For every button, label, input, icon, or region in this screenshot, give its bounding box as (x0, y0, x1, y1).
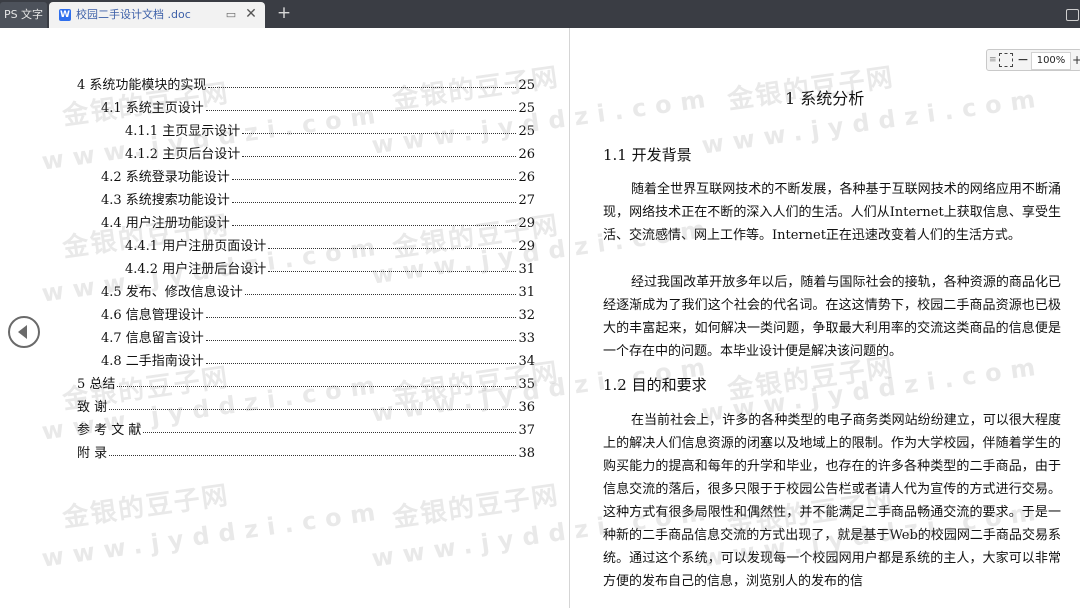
toc-leader (268, 270, 517, 272)
toc-leader (205, 109, 517, 111)
toc-label: 4.1.2 主页后台设计 (125, 147, 241, 162)
word-doc-icon: W (59, 9, 71, 21)
toc-page: 34 (518, 354, 535, 369)
tab-bar: PS 文字 W 校园二手设计文档 .doc ▭ ✕ + (0, 0, 1080, 28)
toc-page: 38 (518, 446, 535, 461)
toc-page: 26 (518, 170, 535, 185)
toc-row[interactable]: 附 录 38 (77, 441, 535, 461)
toc-page: 25 (518, 124, 535, 139)
zoom-in-button[interactable]: + (1072, 51, 1080, 69)
toc-label: 参 考 文 献 (77, 423, 142, 438)
paragraph: 经过我国改革开放多年以后，随着与国际社会的接轨，各种资源的商品化已经逐渐成为了我… (603, 275, 1061, 359)
toc-row[interactable]: 4.4.2 用户注册后台设计 31 (125, 257, 535, 277)
toc-page: 27 (518, 193, 535, 208)
zoom-control: ≡ − 100% + (986, 49, 1080, 71)
toc-label: 5 总结 (77, 377, 116, 392)
new-tab-button[interactable]: + (276, 5, 292, 22)
toc-row[interactable]: 致 谢 36 (77, 395, 535, 415)
section-title: 1.1 开发背景 (603, 146, 692, 164)
toc-label: 附 录 (77, 446, 108, 461)
toc-leader (205, 316, 517, 318)
toc-leader (244, 293, 517, 295)
tab-document[interactable]: W 校园二手设计文档 .doc ▭ ✕ (49, 2, 265, 28)
toc-row[interactable]: 4.4 用户注册功能设计 29 (101, 211, 535, 231)
toc-page: 25 (518, 101, 535, 116)
toc-row[interactable]: 4.2 系统登录功能设计 26 (101, 165, 535, 185)
toc-leader (205, 339, 517, 341)
document-page: 1 系统分析 1.1 开发背景 随着全世界互联网技术的不断发展，各种基于互联网技… (580, 28, 1080, 608)
toc-page: 25 (518, 78, 535, 93)
toc-label: 4.4.1 用户注册页面设计 (125, 239, 267, 254)
paragraph: 在当前社会上，许多的各种类型的电子商务类网站纷纷建立，可以很大程度上的解决人们信… (603, 413, 1061, 589)
toc-label: 4.5 发布、修改信息设计 (101, 285, 243, 300)
toc-row[interactable]: 4.7 信息留言设计 33 (101, 326, 535, 346)
toc-row[interactable]: 4.3 系统搜索功能设计 27 (101, 188, 535, 208)
toc-label: 4 系统功能模块的实现 (77, 78, 207, 93)
zoom-level[interactable]: 100% (1031, 52, 1071, 70)
zoom-out-button[interactable]: − (1017, 51, 1029, 69)
toc-leader (231, 178, 517, 180)
fit-page-icon[interactable] (999, 53, 1013, 67)
toc-row[interactable]: 4.1 系统主页设计 25 (101, 96, 535, 116)
toc-label: 4.4.2 用户注册后台设计 (125, 262, 267, 277)
toc-label: 4.7 信息留言设计 (101, 331, 204, 346)
toc-row[interactable]: 4 系统功能模块的实现 25 (77, 73, 535, 93)
toc-page: 35 (518, 377, 535, 392)
toc-page: 31 (518, 285, 535, 300)
toc-leader (205, 362, 517, 364)
toc-page: 36 (518, 400, 535, 415)
tab-document-title: 校园二手设计文档 .doc (76, 8, 191, 21)
window-icon[interactable]: ▭ (225, 9, 237, 21)
toc-page: 29 (518, 216, 535, 231)
toc-label: 4.6 信息管理设计 (101, 308, 204, 323)
toc-row[interactable]: 参 考 文 献 37 (77, 418, 535, 438)
toc-label: 4.1.1 主页显示设计 (125, 124, 241, 139)
toc-row[interactable]: 4.8 二手指南设计 34 (101, 349, 535, 369)
toc-label: 4.8 二手指南设计 (101, 354, 204, 369)
toc-leader (109, 454, 517, 456)
toc-page: 31 (518, 262, 535, 277)
toc-label: 4.2 系统登录功能设计 (101, 170, 230, 185)
paragraph: 随着全世界互联网技术的不断发展，各种基于互联网技术的网络应用不断涌现，网络技术正… (603, 182, 1061, 243)
toc-leader (231, 224, 517, 226)
previous-page-button[interactable] (8, 316, 40, 348)
toc-leader (109, 408, 517, 410)
toc-row[interactable]: 4.5 发布、修改信息设计 31 (101, 280, 535, 300)
toc-page: 37 (518, 423, 535, 438)
toc-leader (231, 201, 517, 203)
tab-app[interactable]: PS 文字 (0, 2, 47, 28)
toc-row[interactable]: 4.6 信息管理设计 32 (101, 303, 535, 323)
chevron-left-icon (18, 325, 27, 339)
toc-row[interactable]: 4.1.2 主页后台设计 26 (125, 142, 535, 162)
toc-leader (117, 385, 517, 387)
close-icon[interactable]: ✕ (244, 7, 258, 21)
chapter-title: 1 系统分析 (785, 89, 865, 108)
toc-label: 4.1 系统主页设计 (101, 101, 204, 116)
toc-row[interactable]: 4.4.1 用户注册页面设计 29 (125, 234, 535, 254)
toc-page: 33 (518, 331, 535, 346)
toc-leader (143, 431, 517, 433)
toc-leader (242, 132, 517, 134)
toc-row[interactable]: 5 总结 35 (77, 372, 535, 392)
drag-handle-icon[interactable]: ≡ (989, 54, 997, 66)
toc-label: 致 谢 (77, 400, 108, 415)
window-restore-icon[interactable] (1066, 9, 1079, 21)
toc-leader (208, 86, 517, 88)
toc-page: 32 (518, 308, 535, 323)
toc-leader (268, 247, 517, 249)
toc-label: 4.3 系统搜索功能设计 (101, 193, 230, 208)
toc-label: 4.4 用户注册功能设计 (101, 216, 230, 231)
toc-page: 26 (518, 147, 535, 162)
table-of-contents: 4 系统功能模块的实现 25 4.1 系统主页设计 25 4.1.1 主页显示设计 2… (0, 28, 570, 608)
section-title: 1.2 目的和要求 (603, 376, 707, 394)
toc-row[interactable]: 4.1.1 主页显示设计 25 (125, 119, 535, 139)
toc-leader (242, 155, 517, 157)
toc-page: 29 (518, 239, 535, 254)
